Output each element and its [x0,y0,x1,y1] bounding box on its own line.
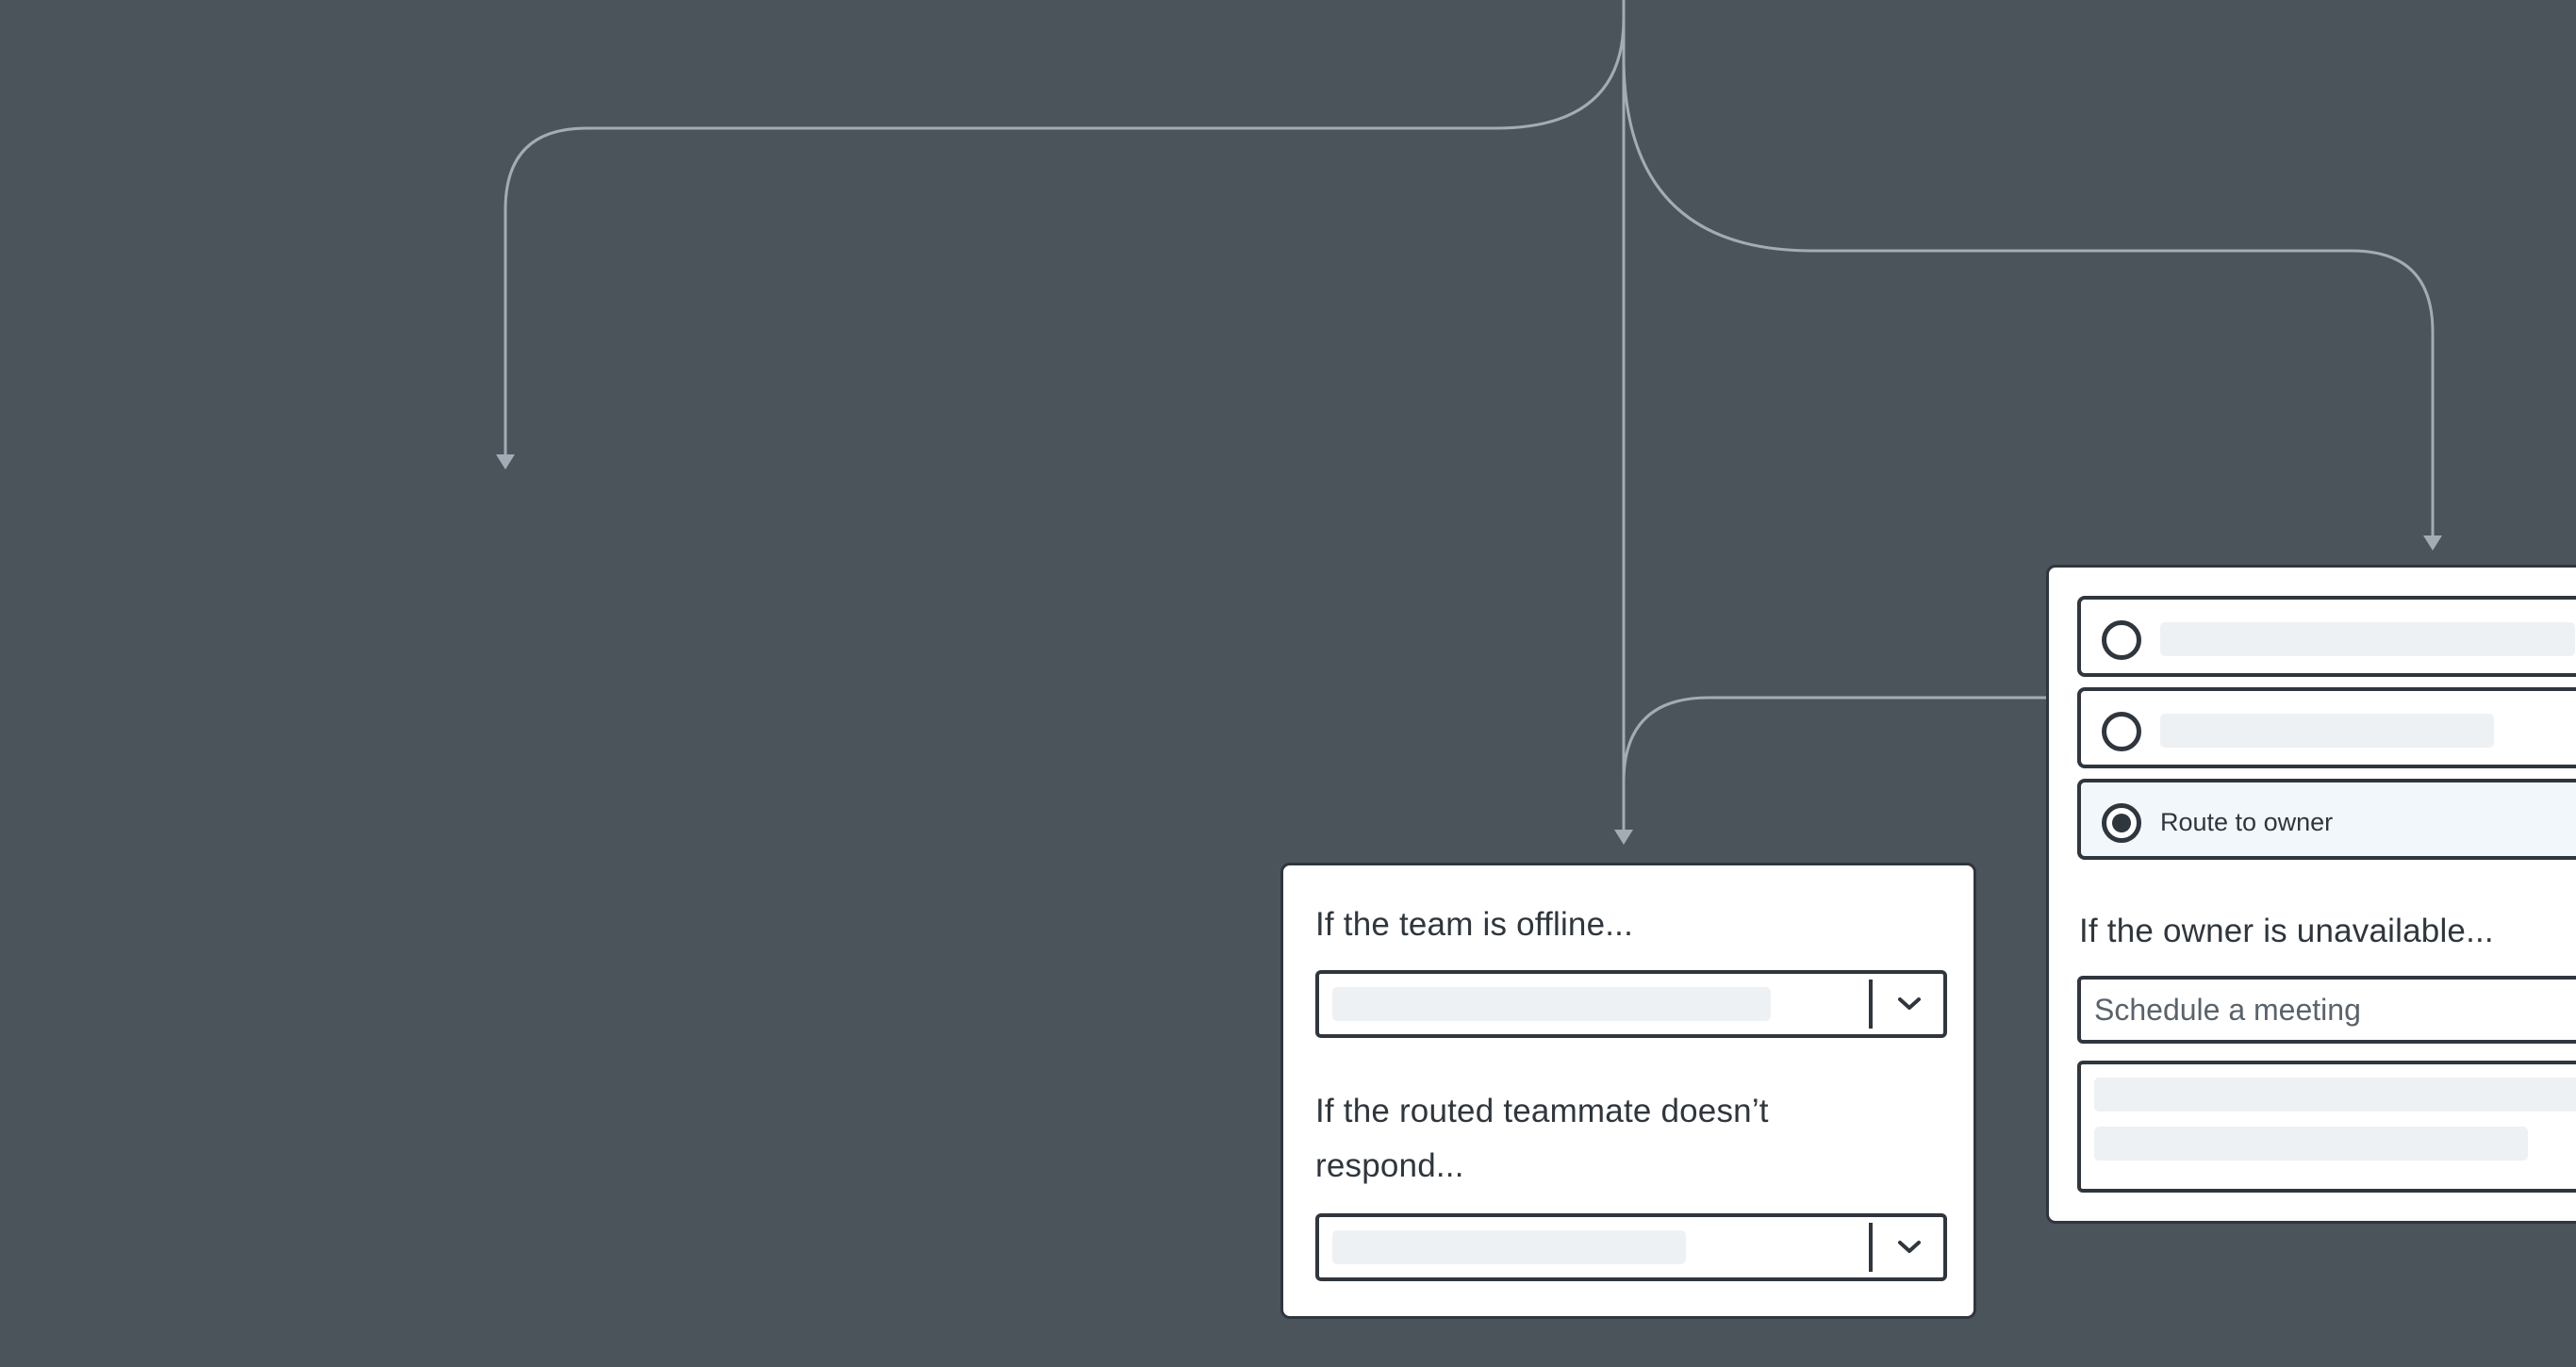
message-line-placeholder [2094,1127,2528,1161]
chevron-down-icon[interactable] [1876,974,1942,1034]
routing-option-label: Route to owner [2160,808,2334,836]
routing-option-2[interactable] [2077,687,2576,768]
arrowhead-left [496,454,515,469]
teammate-no-response-action-select[interactable] [1315,1213,1947,1281]
routing-flow-canvas: If the team is offline... If the routed … [0,0,2576,1367]
select-divider [1869,980,1873,1029]
option-label-placeholder [2160,622,2575,656]
routing-option-1[interactable] [2077,596,2576,677]
fallback-message-area[interactable] [2077,1061,2576,1193]
connector-owner-to-offline [1622,696,2046,783]
offline-handling-card: If the team is offline... If the routed … [1280,863,1976,1319]
message-line-placeholder [2094,1078,2576,1112]
connector-right-branch [1622,56,2435,535]
radio-button-selected[interactable] [2102,803,2141,843]
connector-left-branch [504,0,1626,454]
routing-option-route-to-owner[interactable]: Route to owner [2077,779,2576,860]
select-value-placeholder [1332,987,1771,1021]
owner-unavailable-question: If the owner is unavailable... [2079,913,2494,949]
select-divider [1869,1223,1873,1272]
teammate-no-response-question: If the routed teammate doesn’t respond..… [1315,1093,1769,1184]
radio-button[interactable] [2102,620,2141,660]
option-label-placeholder [2160,714,2494,748]
radio-button[interactable] [2102,712,2141,751]
team-offline-question: If the team is offline... [1315,906,1634,943]
fallback-action-value: Schedule a meeting [2094,993,2361,1027]
arrowhead-right [2423,535,2442,551]
team-offline-action-select[interactable] [1315,970,1947,1038]
owner-routing-card: Route to owner If the owner is unavailab… [2046,565,2576,1224]
select-value-placeholder [1332,1230,1686,1264]
chevron-down-icon[interactable] [1876,1217,1942,1277]
arrowhead-center [1614,830,1633,845]
fallback-action-field[interactable]: Schedule a meeting [2077,976,2576,1044]
